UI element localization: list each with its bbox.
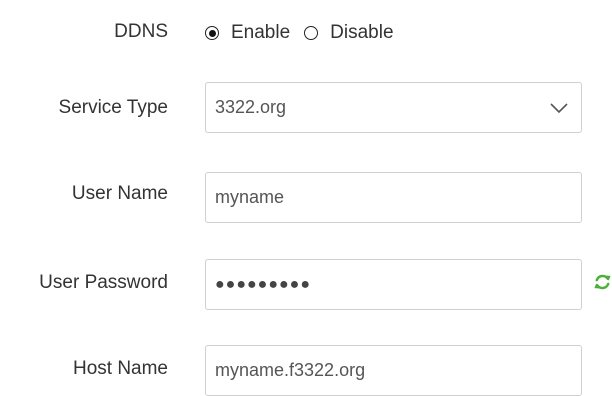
user-name-input[interactable]: myname	[205, 172, 582, 223]
user-password-input[interactable]: ●●●●●●●●●	[205, 259, 582, 310]
ddns-disable-label[interactable]: Disable	[330, 22, 393, 44]
ddns-enable-radio[interactable]	[205, 26, 219, 40]
user-name-label: User Name	[71, 183, 168, 204]
ddns-disable-radio[interactable]	[304, 26, 319, 40]
user-password-label: User Password	[39, 272, 168, 293]
chevron-down-icon	[550, 102, 568, 113]
service-type-value: 3322.org	[215, 97, 287, 117]
refresh-icon[interactable]	[593, 272, 612, 292]
user-password-value: ●●●●●●●●●	[215, 275, 311, 293]
ddns-disable-option[interactable]: Disable	[304, 22, 394, 44]
ddns-enable-option[interactable]: Enable	[205, 22, 290, 44]
ddns-label: DDNS	[114, 21, 168, 42]
service-type-select[interactable]: 3322.org	[205, 82, 582, 133]
host-name-value: myname.f3322.org	[215, 360, 366, 380]
ddns-enable-label[interactable]: Enable	[231, 22, 290, 44]
service-type-label: Service Type	[58, 97, 168, 118]
host-name-input[interactable]: myname.f3322.org	[205, 345, 582, 396]
ddns-radio-group: Enable Disable	[205, 21, 394, 45]
host-name-label: Host Name	[72, 358, 168, 379]
user-name-value: myname	[215, 187, 285, 207]
